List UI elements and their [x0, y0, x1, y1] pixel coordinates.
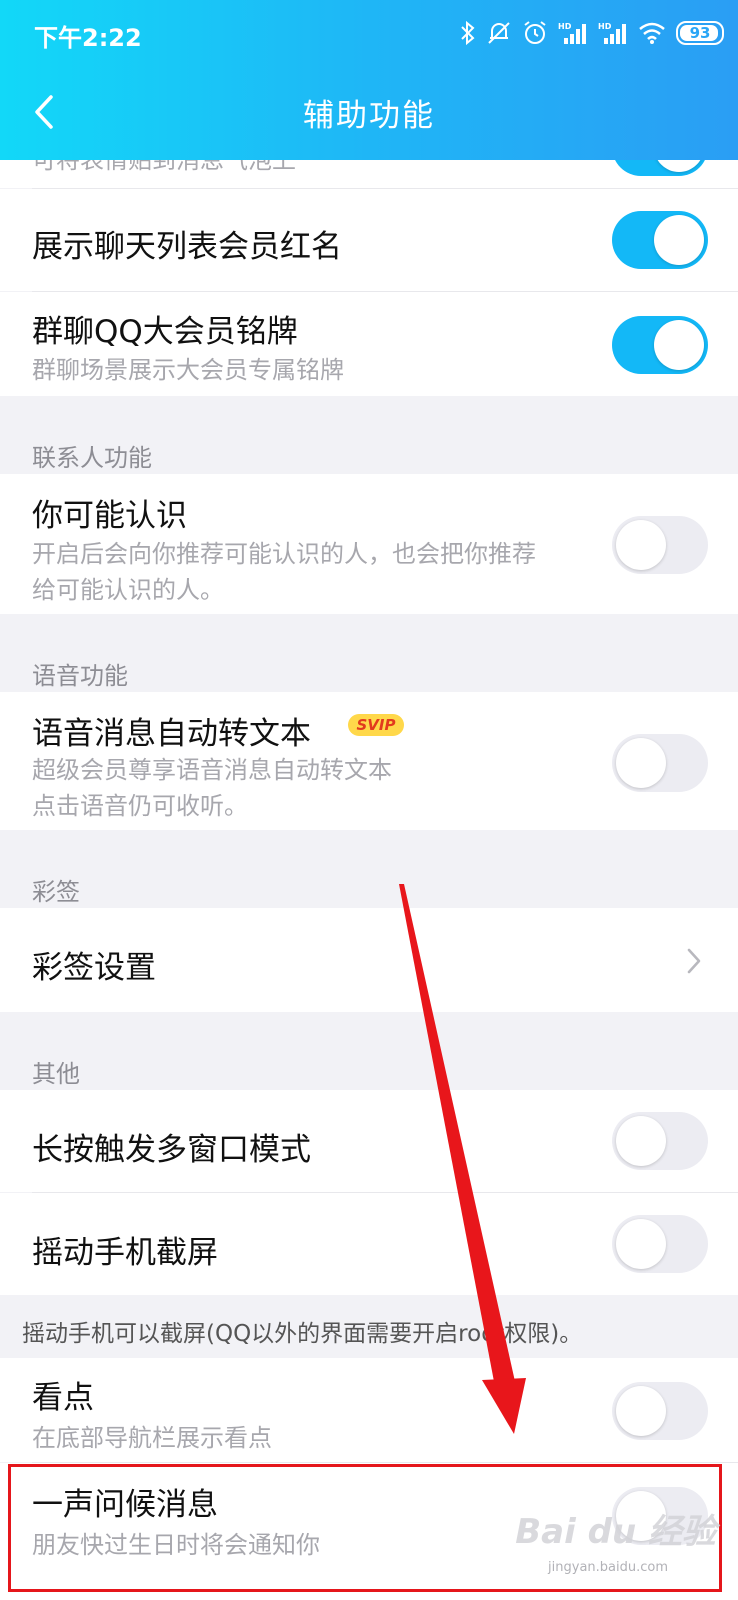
long-press-multiwindow-row[interactable]: 长按触发多窗口模式: [0, 1090, 738, 1192]
baidu-watermark-url: jingyan.baidu.com: [548, 1560, 668, 1575]
group-badge-toggle[interactable]: [612, 316, 708, 374]
greeting-subtitle: 朋友快过生日时将会通知你: [32, 1531, 320, 1559]
group-badge-subtitle: 群聊场景展示大会员专属铭牌: [32, 356, 344, 384]
voice-to-text-subtitle-line1: 超级会员尊享语音消息自动转文本: [32, 756, 392, 784]
shake-screenshot-toggle[interactable]: [612, 1215, 708, 1273]
kandian-row[interactable]: 看点 在底部导航栏展示看点: [0, 1358, 738, 1462]
maybe-know-title: 你可能认识: [32, 498, 187, 534]
status-icons: HD HD 93: [460, 18, 724, 48]
section-label-other: 其他: [32, 1060, 80, 1088]
show-vip-name-row[interactable]: 展示聊天列表会员红名: [0, 189, 738, 291]
kandian-title: 看点: [32, 1380, 94, 1416]
kandian-toggle[interactable]: [612, 1382, 708, 1440]
page-title: 辅助功能: [303, 98, 435, 134]
kandian-subtitle: 在底部导航栏展示看点: [32, 1424, 272, 1452]
maybe-know-toggle[interactable]: [612, 516, 708, 574]
group-badge-row[interactable]: 群聊QQ大会员铭牌 群聊场景展示大会员专属铭牌: [0, 292, 738, 396]
baidu-watermark: Bai du 经验: [515, 1512, 716, 1552]
caiqian-settings-title: 彩签设置: [32, 950, 156, 986]
show-vip-name-toggle[interactable]: [612, 211, 708, 269]
status-time: 下午2:22: [34, 24, 142, 52]
status-bar: 下午2:22 HD HD 93: [0, 0, 738, 68]
greeting-title: 一声问候消息: [32, 1487, 218, 1523]
alarm-icon: [524, 21, 546, 44]
voice-to-text-toggle[interactable]: [612, 734, 708, 792]
maybe-know-row[interactable]: 你可能认识 开启后会向你推荐可能认识的人，也会把你推荐 给可能认识的人。: [0, 474, 738, 614]
shake-screenshot-note: 摇动手机可以截屏(QQ以外的界面需要开启root权限)。: [22, 1321, 583, 1347]
voice-to-text-title: 语音消息自动转文本: [32, 716, 311, 752]
wifi-icon: [639, 22, 665, 44]
signal-hd-icon-2: HD: [598, 22, 626, 44]
shake-screenshot-row[interactable]: 摇动手机截屏: [0, 1193, 738, 1295]
voice-to-text-subtitle-line2: 点击语音仍可收听。: [32, 792, 248, 820]
signal-hd-icon: HD: [558, 22, 586, 44]
caiqian-settings-row[interactable]: 彩签设置: [0, 908, 738, 1012]
battery-icon: 93: [676, 21, 724, 45]
app-header: 下午2:22 HD HD 93 辅助功能: [0, 0, 738, 160]
maybe-know-subtitle-line2: 给可能认识的人。: [32, 576, 224, 604]
long-press-multiwindow-toggle[interactable]: [612, 1112, 708, 1170]
svg-text:HD: HD: [598, 22, 612, 31]
svg-text:HD: HD: [558, 22, 572, 31]
maybe-know-subtitle-line1: 开启后会向你推荐可能认识的人，也会把你推荐: [32, 540, 536, 568]
show-vip-name-title: 展示聊天列表会员红名: [32, 229, 342, 265]
section-label-caiqian: 彩签: [32, 878, 80, 906]
section-label-contacts: 联系人功能: [32, 444, 152, 472]
group-badge-title: 群聊QQ大会员铭牌: [32, 314, 298, 350]
shake-screenshot-title: 摇动手机截屏: [32, 1235, 218, 1271]
svip-badge: SVIP: [348, 714, 404, 736]
long-press-multiwindow-title: 长按触发多窗口模式: [32, 1132, 311, 1168]
section-label-voice: 语音功能: [32, 662, 128, 690]
bluetooth-icon: [461, 20, 475, 46]
nav-bar: 辅助功能: [0, 68, 738, 160]
chevron-right-icon: [687, 948, 701, 974]
mute-bell-icon: [488, 22, 510, 44]
voice-to-text-row[interactable]: 语音消息自动转文本 SVIP 超级会员尊享语音消息自动转文本 点击语音仍可收听。: [0, 692, 738, 830]
battery-level: 93: [689, 24, 711, 42]
